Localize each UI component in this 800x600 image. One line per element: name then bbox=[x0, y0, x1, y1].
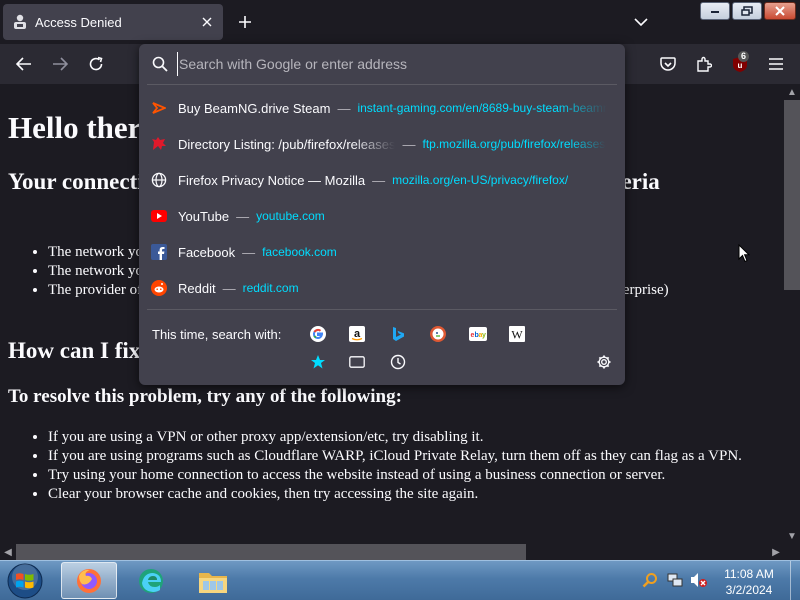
result-row[interactable]: Facebook — facebook.com bbox=[139, 234, 625, 270]
scroll-right-icon[interactable]: ▶ bbox=[768, 544, 784, 560]
svg-text:W: W bbox=[511, 328, 523, 342]
result-url: mozilla.org/en-US/privacy/firefox/ bbox=[392, 173, 569, 187]
result-title: YouTube bbox=[178, 208, 230, 224]
plus-icon[interactable] bbox=[232, 8, 258, 36]
restore-icon[interactable] bbox=[732, 2, 762, 20]
result-separator: — bbox=[337, 100, 351, 116]
page-title: Hello there bbox=[8, 110, 155, 145]
result-url: facebook.com bbox=[262, 245, 337, 259]
result-url: youtube.com bbox=[256, 209, 325, 223]
result-title: Reddit bbox=[178, 280, 216, 296]
reddit-icon bbox=[151, 280, 167, 296]
scroll-left-icon[interactable]: ◀ bbox=[0, 544, 16, 560]
urlbar-dropdown: Buy BeamNG.drive Steam — instant-gaming.… bbox=[139, 44, 625, 385]
result-title: Directory Listing: /pub/firefox/releases bbox=[178, 136, 396, 152]
search-icon bbox=[151, 55, 169, 73]
globe-icon bbox=[151, 172, 167, 188]
mouse-cursor-icon bbox=[738, 244, 750, 263]
youtube-icon bbox=[151, 208, 167, 224]
facebook-icon bbox=[151, 244, 167, 260]
person-favicon-icon bbox=[12, 14, 28, 30]
resolve-heading: To resolve this problem, try any of the … bbox=[8, 386, 402, 407]
duckduckgo-icon[interactable] bbox=[429, 325, 447, 343]
windows-start-icon[interactable] bbox=[3, 562, 47, 600]
pocket-icon[interactable] bbox=[654, 50, 682, 78]
taskbar: 11:08 AM 3/2/2024 bbox=[0, 560, 800, 600]
horizontal-scroll-thumb[interactable] bbox=[16, 544, 526, 560]
volume-muted-icon[interactable] bbox=[690, 571, 708, 589]
history-clock-icon[interactable] bbox=[389, 353, 407, 371]
fixes-list: If you are using a VPN or other proxy ap… bbox=[48, 428, 768, 504]
result-url: reddit.com bbox=[242, 281, 299, 295]
hamburger-icon[interactable] bbox=[762, 50, 790, 78]
mozilla-dino-icon bbox=[151, 136, 167, 152]
clock-time: 11:08 AM bbox=[724, 567, 774, 581]
result-title: Firefox Privacy Notice — Mozilla bbox=[178, 172, 366, 188]
vertical-scroll-thumb[interactable] bbox=[784, 100, 800, 290]
divider bbox=[147, 84, 617, 85]
close-icon[interactable] bbox=[195, 10, 219, 34]
result-title: Buy BeamNG.drive Steam bbox=[178, 100, 331, 116]
search-with-label: This time, search with: bbox=[152, 327, 282, 342]
tab-strip: Access Denied bbox=[0, 0, 800, 44]
svg-text:a: a bbox=[354, 328, 361, 340]
arrow-left-icon[interactable] bbox=[10, 50, 38, 78]
edge-icon[interactable] bbox=[123, 562, 179, 599]
horizontal-scrollbar[interactable]: ◀ ▶ bbox=[0, 544, 784, 560]
address-input[interactable] bbox=[177, 52, 597, 76]
list-item: Try using your home connection to access… bbox=[48, 466, 768, 485]
wikipedia-icon[interactable]: W bbox=[508, 325, 526, 343]
file-explorer-icon[interactable] bbox=[185, 562, 241, 599]
svg-text:y: y bbox=[482, 332, 486, 339]
window-close-icon[interactable] bbox=[764, 2, 796, 20]
puzzle-icon[interactable] bbox=[690, 50, 718, 78]
bing-icon[interactable] bbox=[389, 325, 407, 343]
firefox-icon[interactable] bbox=[61, 562, 117, 599]
instant-gaming-icon bbox=[151, 100, 167, 116]
window-controls bbox=[700, 2, 798, 20]
scroll-down-icon[interactable]: ▼ bbox=[784, 528, 800, 544]
network-icon[interactable] bbox=[666, 571, 684, 589]
scroll-up-icon[interactable]: ▲ bbox=[784, 84, 800, 100]
result-row[interactable]: Buy BeamNG.drive Steam — instant-gaming.… bbox=[139, 90, 625, 126]
list-item: If you are using a VPN or other proxy ap… bbox=[48, 428, 768, 447]
list-item: Clear your browser cache and cookies, th… bbox=[48, 485, 768, 504]
result-row[interactable]: YouTube — youtube.com bbox=[139, 198, 625, 234]
minimize-icon[interactable] bbox=[700, 2, 730, 20]
result-separator: — bbox=[372, 172, 386, 188]
search-tray-icon[interactable] bbox=[641, 571, 659, 589]
result-title: Facebook bbox=[178, 244, 236, 260]
result-separator: — bbox=[402, 136, 416, 152]
google-icon[interactable] bbox=[309, 325, 327, 343]
bookmarks-star-icon[interactable] bbox=[309, 353, 327, 371]
result-row[interactable]: Reddit — reddit.com bbox=[139, 270, 625, 306]
result-row[interactable]: Directory Listing: /pub/firefox/releases… bbox=[139, 126, 625, 162]
tab-title: Access Denied bbox=[35, 14, 122, 30]
result-url: instant-gaming.com/en/8689-buy-steam-bea… bbox=[357, 101, 608, 115]
clock-date: 3/2/2024 bbox=[725, 583, 773, 597]
list-item: If you are using programs such as Cloudf… bbox=[48, 447, 768, 466]
clock[interactable]: 11:08 AM 3/2/2024 bbox=[710, 566, 788, 598]
vertical-scrollbar[interactable]: ▲ ▼ bbox=[784, 84, 800, 544]
result-row[interactable]: Firefox Privacy Notice — Mozilla — mozil… bbox=[139, 162, 625, 198]
result-separator: — bbox=[222, 280, 236, 296]
divider bbox=[147, 309, 617, 310]
result-separator: — bbox=[236, 208, 250, 224]
ublock-badge: 6 bbox=[738, 51, 750, 62]
arrow-right-icon[interactable] bbox=[46, 50, 74, 78]
tabs-icon[interactable] bbox=[348, 353, 366, 371]
ebay-icon[interactable]: ebay bbox=[469, 325, 487, 343]
urlbar bbox=[139, 44, 625, 84]
tab-access-denied[interactable]: Access Denied bbox=[3, 4, 223, 40]
result-url: ftp.mozilla.org/pub/firefox/releases bbox=[422, 137, 606, 151]
amazon-icon[interactable]: a bbox=[348, 325, 366, 343]
reload-icon[interactable] bbox=[82, 50, 110, 78]
chevron-down-icon[interactable] bbox=[628, 8, 654, 36]
result-separator: — bbox=[242, 244, 256, 260]
gear-icon[interactable] bbox=[595, 353, 613, 371]
show-desktop-button[interactable] bbox=[790, 561, 800, 600]
